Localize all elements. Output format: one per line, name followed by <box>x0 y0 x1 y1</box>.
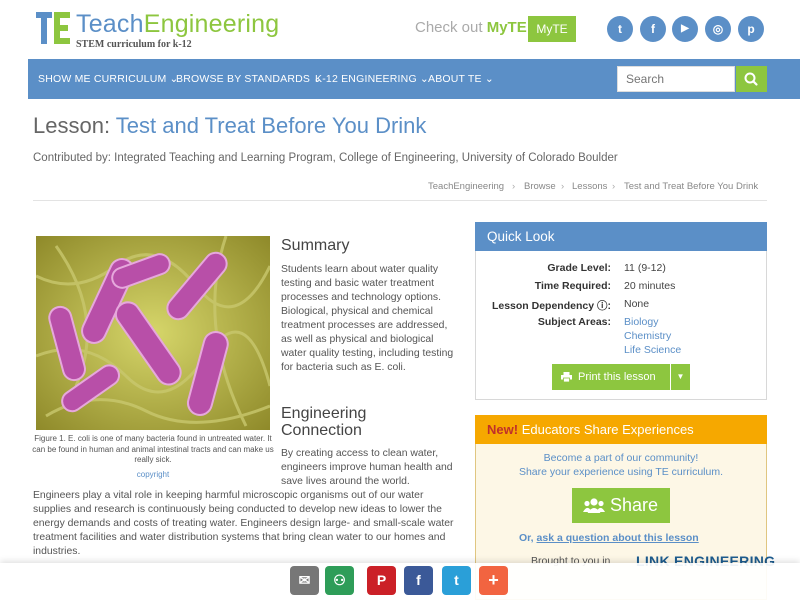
nav-show-me-curriculum[interactable]: SHOW ME CURRICULUM ⌄ <box>38 73 179 85</box>
twitter-share-icon[interactable]: t <box>442 566 471 595</box>
logo-wordmark: TeachEngineering <box>76 10 280 38</box>
facebook-share-icon[interactable]: f <box>404 566 433 595</box>
summary-text: Students learn about water quality testi… <box>281 264 454 373</box>
google-classroom-icon[interactable]: ⚇ <box>325 566 354 595</box>
search-icon <box>744 72 758 86</box>
youtube-icon[interactable]: ▶ <box>672 16 698 42</box>
pinterest-share-icon[interactable]: P <box>367 566 396 595</box>
breadcrumb-teachengineering[interactable]: TeachEngineering <box>428 181 504 192</box>
twitter-icon[interactable]: t <box>607 16 633 42</box>
engineering-text: Engineers play a vital role in keeping h… <box>33 490 454 557</box>
breadcrumb-browse[interactable]: Browse <box>524 181 556 192</box>
ask-question-line: Or, ask a question about this lesson <box>519 532 699 544</box>
te-logo-mark <box>36 12 72 46</box>
quick-look-heading: Quick Look <box>475 222 767 251</box>
time-required-value: 20 minutes <box>624 280 676 292</box>
main-nav: SHOW ME CURRICULUM ⌄ BROWSE BY STANDARDS… <box>28 59 800 99</box>
engineering-heading-line2: Connection <box>281 422 362 439</box>
grade-level-value: 11 (9-12) <box>624 262 666 274</box>
subject-biology[interactable]: Biology <box>624 316 658 328</box>
lesson-dependency-label: Lesson Dependency ⓘ: <box>491 300 611 312</box>
checkout-myte-text: Check out MyTE <box>415 19 527 36</box>
breadcrumb-lessons[interactable]: Lessons <box>572 181 607 192</box>
summary-heading: Summary <box>281 237 350 254</box>
divider <box>33 200 767 201</box>
instagram-icon[interactable]: ◎ <box>705 16 731 42</box>
educators-heading: New! Educators Share Experiences <box>475 415 767 444</box>
copyright-link[interactable]: copyright <box>30 470 276 479</box>
figure-caption: Figure 1. E. coli is one of many bacteri… <box>32 434 274 464</box>
share-toolbar <box>0 563 800 600</box>
info-icon[interactable]: ⓘ <box>597 300 608 312</box>
printer-icon <box>561 372 572 382</box>
subject-life-science[interactable]: Life Science <box>624 344 681 356</box>
ecoli-image[interactable] <box>36 236 270 430</box>
search-input[interactable] <box>617 66 735 92</box>
search-button[interactable] <box>736 66 767 92</box>
share-button[interactable]: Share <box>572 488 670 523</box>
breadcrumb-separator: › <box>512 181 516 192</box>
email-icon[interactable]: ✉ <box>290 566 319 595</box>
grade-level-label: Grade Level: <box>547 262 611 274</box>
engineering-heading-line1: Engineering <box>281 405 367 422</box>
breadcrumb-separator: › <box>561 181 565 192</box>
myte-button[interactable]: MyTE <box>528 16 576 42</box>
lesson-dependency-value: None <box>624 298 650 310</box>
ask-question-link[interactable]: ask a question about this lesson <box>537 532 699 544</box>
print-lesson-button[interactable]: Print this lesson <box>552 364 670 390</box>
engineering-text-top: By creating access to clean water, engin… <box>281 448 453 487</box>
ecoli-illustration <box>36 236 270 430</box>
pinterest-icon[interactable]: p <box>738 16 764 42</box>
facebook-icon[interactable]: f <box>640 16 666 42</box>
nav-browse-by-standards[interactable]: BROWSE BY STANDARDS ⌄ <box>176 73 322 85</box>
community-line: Become a part of our community! <box>543 452 699 464</box>
breadcrumb-current: Test and Treat Before You Drink <box>624 181 759 192</box>
share-experience-line: Share your experience using TE curriculu… <box>518 466 724 478</box>
time-required-label: Time Required: <box>534 280 611 292</box>
print-options-caret[interactable]: ▼ <box>671 364 690 390</box>
logo-tagline: STEM curriculum for k-12 <box>76 39 192 50</box>
subject-areas-label: Subject Areas: <box>537 316 611 328</box>
more-share-icon[interactable]: + <box>479 566 508 595</box>
nav-k12-engineering[interactable]: K-12 ENGINEERING ⌄ <box>315 73 429 85</box>
nav-about-te[interactable]: ABOUT TE ⌄ <box>428 73 494 85</box>
subject-chemistry[interactable]: Chemistry <box>624 330 671 342</box>
users-icon <box>583 498 605 513</box>
breadcrumb-separator: › <box>612 181 616 192</box>
page-title: Lesson: Test and Treat Before You Drink <box>33 113 427 138</box>
contributed-by: Contributed by: Integrated Teaching and … <box>33 152 618 164</box>
